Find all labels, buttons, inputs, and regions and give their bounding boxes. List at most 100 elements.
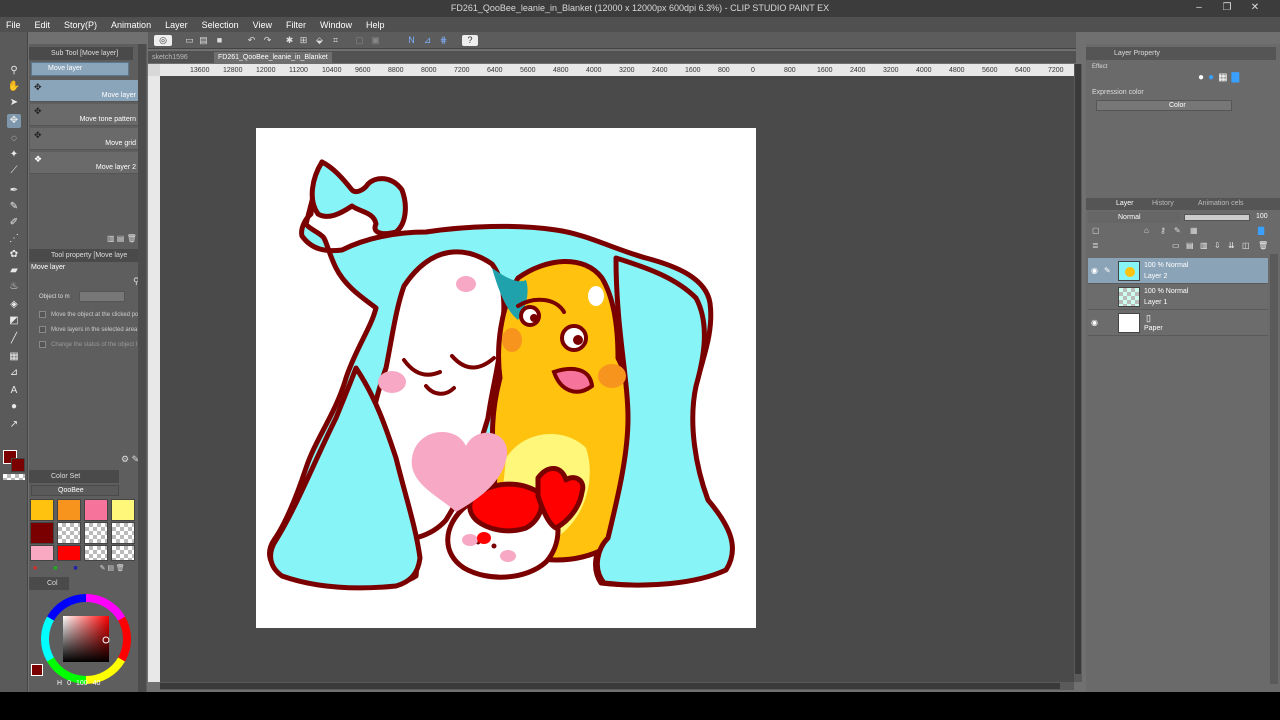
color-wheel-main-swatch[interactable]: [31, 664, 43, 676]
subtool-move-grid[interactable]: ✥ Move grid: [30, 128, 138, 150]
clip-layer-icon[interactable]: ⌂: [1144, 226, 1149, 235]
reference-layer-icon[interactable]: ⚷: [1160, 226, 1166, 235]
airbrush-tool-icon[interactable]: ⋰: [7, 232, 21, 246]
tab-sketch[interactable]: sketch1596: [148, 52, 192, 63]
left-panel-scrollbar[interactable]: [138, 44, 146, 692]
transparent-color-swatch[interactable]: [3, 474, 25, 480]
sub-color-swatch[interactable]: [11, 458, 25, 472]
transfer-layer-icon[interactable]: ⇩: [1214, 241, 1221, 250]
tone-icon[interactable]: ▦: [1218, 72, 1231, 83]
minimize-icon[interactable]: –: [1192, 1, 1206, 15]
save-icon[interactable]: ■: [214, 35, 225, 46]
eyedropper-tool-icon[interactable]: ⟋: [7, 164, 21, 178]
subtool-move-tone-pattern[interactable]: ✥ Move tone pattern: [30, 104, 138, 126]
canvas-paper[interactable]: [256, 128, 756, 628]
canvas-area[interactable]: [160, 76, 1074, 682]
balloon-tool-icon[interactable]: ●: [7, 400, 21, 414]
tab-fd261[interactable]: FD261_QooBee_leanie_in_Blanket: [214, 52, 332, 63]
subtool-copy-icon[interactable]: ▤: [117, 234, 125, 243]
close-icon[interactable]: ✕: [1248, 1, 1262, 15]
clip-studio-icon[interactable]: ◎: [154, 35, 172, 46]
color-swatch-empty[interactable]: [111, 522, 135, 544]
decoration-tool-icon[interactable]: ✿: [7, 248, 21, 262]
tab-history[interactable]: History: [1152, 200, 1174, 207]
figure-tool-icon[interactable]: ╱: [7, 332, 21, 346]
color-wheel-tab[interactable]: Col: [29, 577, 69, 590]
color-set-dropdown[interactable]: QooBee: [31, 485, 119, 496]
tab-animation-cels[interactable]: Animation cels: [1198, 200, 1244, 207]
option-move-clicked[interactable]: Move the object at the clicked pos: [39, 311, 141, 318]
canvas-vertical-scrollbar[interactable]: [1074, 64, 1082, 682]
layer-mask-icon[interactable]: ◫: [1242, 241, 1250, 250]
color-swatch[interactable]: [111, 499, 135, 521]
layer-lock-icon[interactable]: ▢: [1092, 226, 1100, 235]
clear-icon[interactable]: ✱: [284, 35, 295, 46]
color-swatch-empty[interactable]: [84, 522, 108, 544]
correct-line-tool-icon[interactable]: ↗: [7, 418, 21, 432]
color-swatch[interactable]: [84, 499, 108, 521]
color-swatch[interactable]: [30, 499, 54, 521]
layer-row-paper[interactable]: ◉ ▯ Paper: [1088, 310, 1268, 336]
menu-selection[interactable]: Selection: [202, 20, 239, 30]
opacity-slider[interactable]: [1184, 214, 1250, 221]
pen-tool-icon[interactable]: ✒: [7, 184, 21, 198]
color-swatch-empty[interactable]: [84, 545, 108, 561]
snap-ruler-icon[interactable]: N: [406, 35, 417, 46]
auto-select-tool-icon[interactable]: ✦: [7, 148, 21, 162]
open-file-icon[interactable]: ▤: [198, 35, 209, 46]
new-file-icon[interactable]: ▭: [184, 35, 195, 46]
transform-icon[interactable]: ⊞: [298, 35, 309, 46]
color-swatch[interactable]: [30, 522, 54, 544]
color-wheel[interactable]: [39, 592, 133, 686]
selection-off-icon[interactable]: ▢: [354, 35, 365, 46]
option-move-selected[interactable]: Move layers in the selected area: [39, 326, 137, 333]
ruler-tool-icon[interactable]: ⊿: [7, 366, 21, 380]
tab-layer[interactable]: Layer: [1116, 200, 1134, 207]
menu-story[interactable]: Story(P): [64, 20, 97, 30]
effect-icons[interactable]: ●●▦▇: [1198, 72, 1243, 83]
visibility-eye-icon[interactable]: ◉: [1091, 266, 1098, 275]
undo-icon[interactable]: ↶: [246, 35, 257, 46]
blend-mode-dropdown[interactable]: Normal: [1088, 212, 1180, 223]
move-layer-tool-icon[interactable]: ✥: [7, 114, 21, 128]
text-tool-icon[interactable]: A: [7, 384, 21, 398]
color-swatch[interactable]: [57, 499, 81, 521]
crop-icon[interactable]: ⌗: [330, 35, 341, 46]
color-swatch[interactable]: [57, 545, 81, 561]
eraser-tool-icon[interactable]: ▰: [7, 264, 21, 278]
hand-tool-icon[interactable]: ✋: [7, 80, 21, 94]
layer-panel-scrollbar[interactable]: [1270, 254, 1278, 684]
draft-layer-icon[interactable]: ✎: [1174, 226, 1181, 235]
layer-panel-menu-icon[interactable]: ≣: [1092, 241, 1099, 250]
menu-view[interactable]: View: [253, 20, 272, 30]
snap-perspective-icon[interactable]: ⋕: [438, 35, 449, 46]
layer-row-layer-2[interactable]: ◉ ✎ 100 % Normal Layer 2: [1088, 258, 1268, 284]
subtool-move-layer-2[interactable]: ❖ Move layer 2: [30, 152, 138, 174]
border-effect-icon[interactable]: ●: [1198, 72, 1208, 83]
redo-icon[interactable]: ↷: [262, 35, 273, 46]
maximize-icon[interactable]: ❐: [1220, 1, 1234, 15]
pencil-tool-icon[interactable]: ✎: [7, 200, 21, 214]
new-vector-layer-icon[interactable]: ▤: [1186, 241, 1194, 250]
color-set-tools-icon[interactable]: ✎ ▤ 🗑: [100, 565, 125, 572]
snap-grid-icon[interactable]: ⊿: [422, 35, 433, 46]
layer-color-icon[interactable]: ●: [1208, 72, 1218, 83]
visibility-eye-icon[interactable]: ◉: [1091, 318, 1098, 327]
menu-window[interactable]: Window: [320, 20, 352, 30]
menu-layer[interactable]: Layer: [165, 20, 188, 30]
option-change-status[interactable]: Change the status of the object t: [39, 341, 137, 348]
gradient-tool-icon[interactable]: ◩: [7, 314, 21, 328]
help-icon[interactable]: ?: [462, 35, 478, 46]
subtool-move-layer[interactable]: ✥ Move layer: [30, 80, 138, 102]
layer-row-layer-1[interactable]: 100 % Normal Layer 1: [1088, 284, 1268, 310]
blend-tool-icon[interactable]: ♨: [7, 280, 21, 294]
mask-icon[interactable]: ▇: [1232, 72, 1244, 83]
fill-icon[interactable]: ⬙: [314, 35, 325, 46]
combine-layer-icon[interactable]: ⇊: [1228, 241, 1235, 250]
subtool-group-tab[interactable]: Move layer: [31, 62, 129, 76]
object-type-buttons[interactable]: [79, 291, 125, 302]
color-swatch-empty[interactable]: [57, 522, 81, 544]
frame-tool-icon[interactable]: ▦: [7, 350, 21, 364]
new-folder-icon[interactable]: ▥: [1200, 241, 1208, 250]
mask-enable-icon[interactable]: ▇: [1258, 226, 1264, 235]
